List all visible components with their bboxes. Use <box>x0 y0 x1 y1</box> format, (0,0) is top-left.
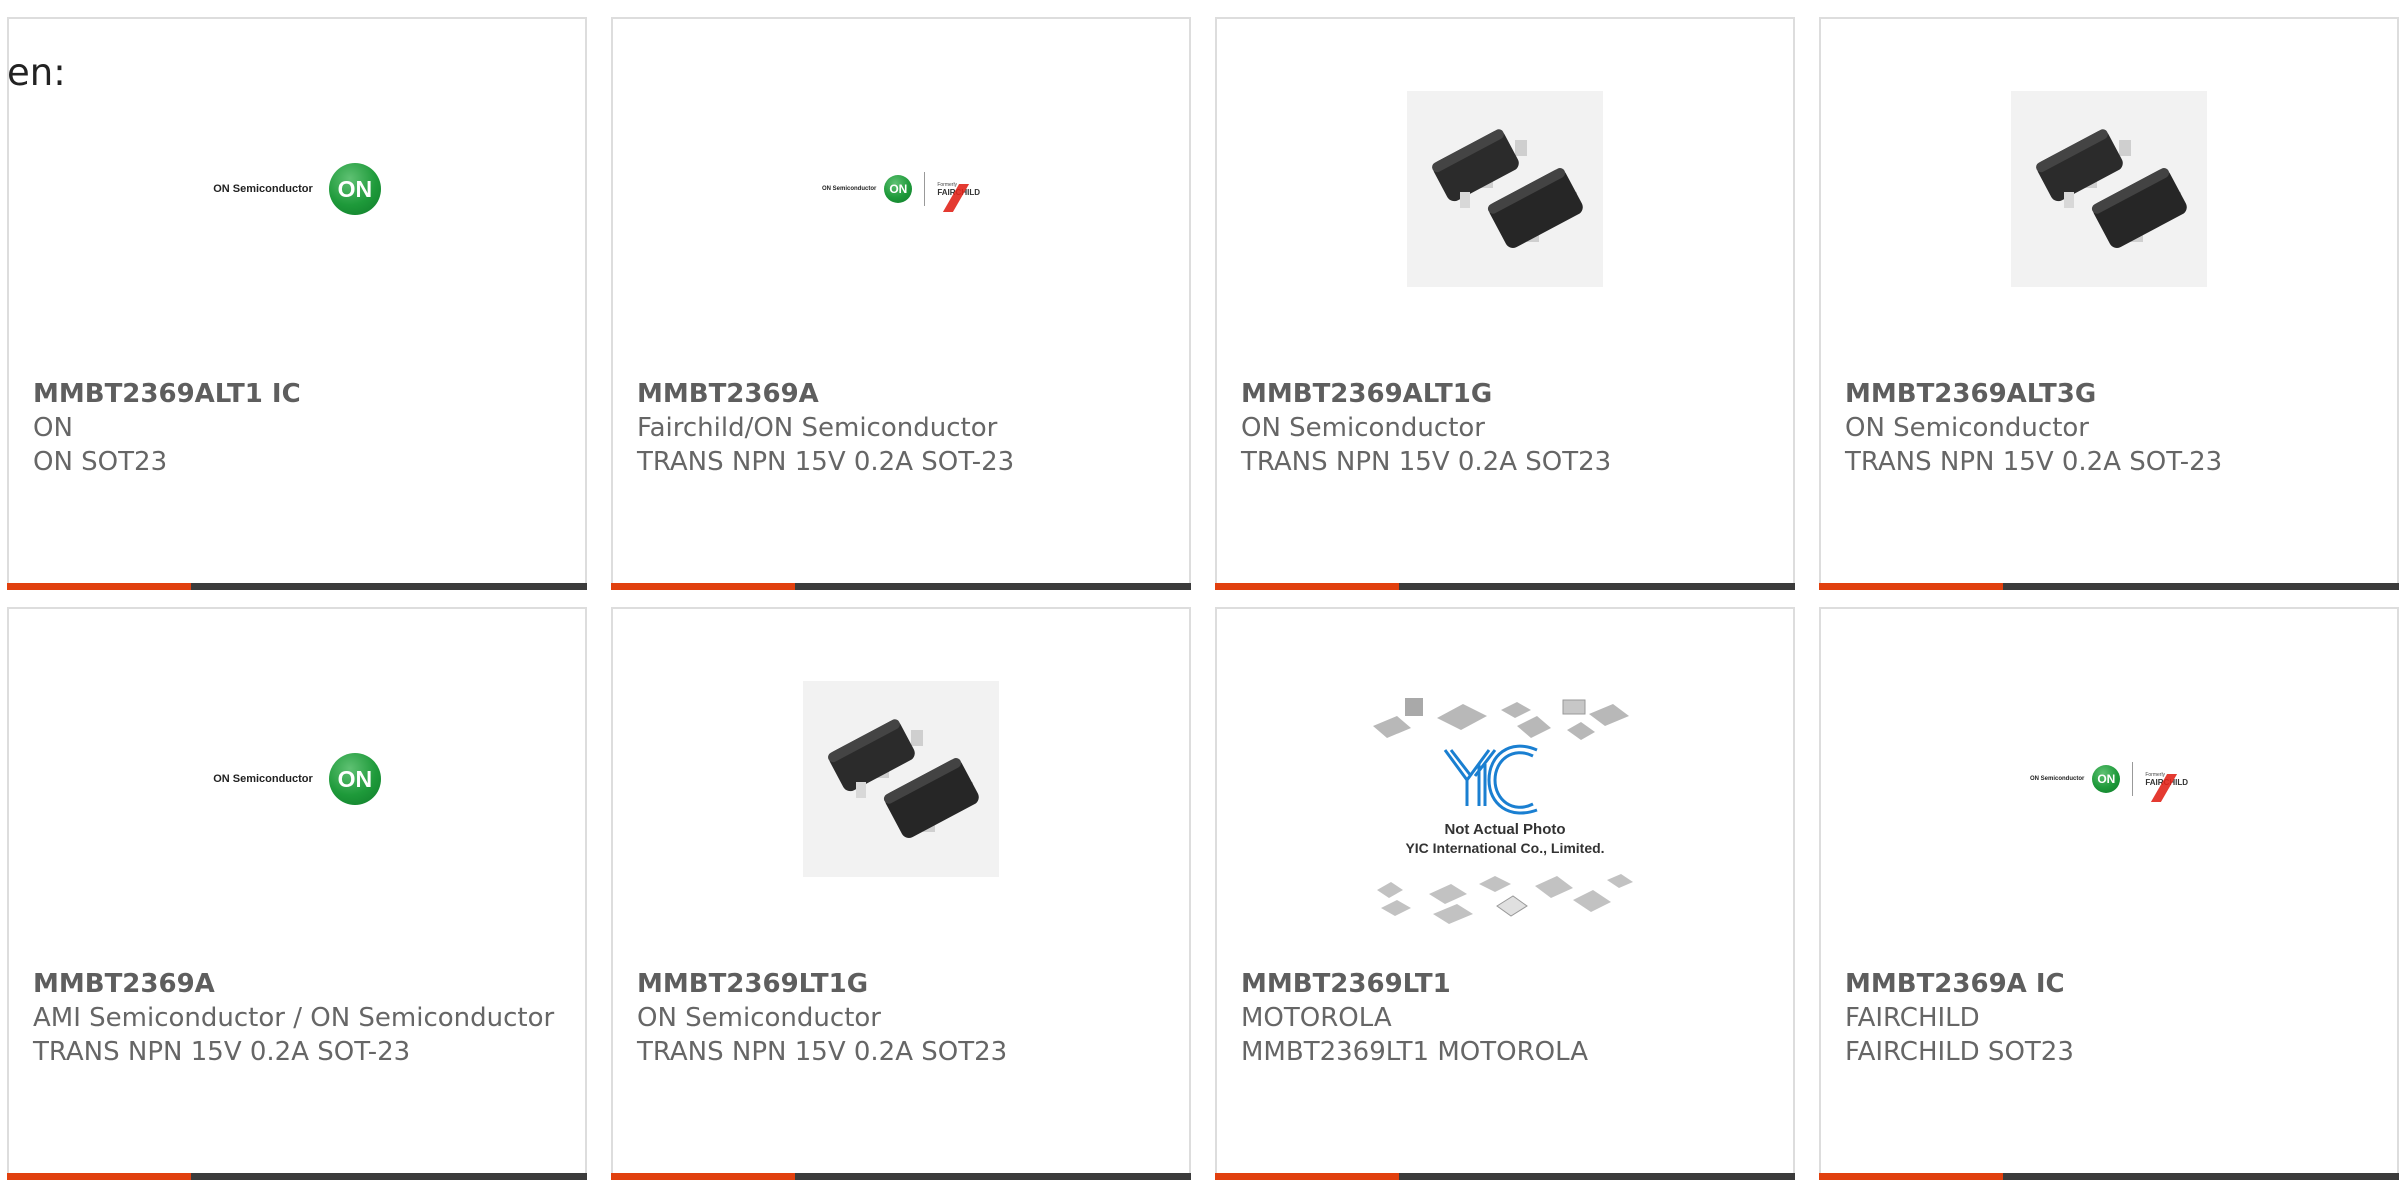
placeholder-line1: Not Actual Photo <box>1444 821 1565 838</box>
product-card-3[interactable]: MMBT2369ALT1G ON Semiconductor TRANS NPN… <box>1215 17 1795 590</box>
sot23-icon <box>2036 129 2187 248</box>
description: TRANS NPN 15V 0.2A SOT23 <box>637 1037 1008 1067</box>
product-image: ON Semiconductor ON <box>195 677 399 881</box>
description: MMBT2369LT1 MOTOROLA <box>1241 1037 1588 1067</box>
on-mark: ON <box>2092 765 2121 793</box>
part-number: MMBT2369ALT3G <box>1845 379 2097 409</box>
fairchild-logo: Formerly FAIRCHILD <box>2145 772 2188 802</box>
logo-text: ON Semiconductor <box>213 183 313 195</box>
description: TRANS NPN 15V 0.2A SOT-23 <box>33 1037 411 1067</box>
part-number: MMBT2369A <box>637 379 819 409</box>
card-accent-bar <box>611 1173 1191 1180</box>
card-accent-bar <box>1819 583 2399 590</box>
logo-text: ON Semiconductor <box>821 186 877 192</box>
product-image <box>2007 87 2211 291</box>
on-mark: ON <box>328 753 381 805</box>
product-image: ON Semiconductor ON Formerly FAIRCHILD <box>799 87 1003 291</box>
fairchild-logo: Formerly FAIRCHILD <box>937 182 980 212</box>
product-card-7[interactable]: Not Actual Photo YIC International Co., … <box>1215 607 1795 1180</box>
sot23-package-photo <box>803 681 999 877</box>
manufacturer: Fairchild/ON Semiconductor <box>637 413 998 443</box>
product-image <box>1403 87 1607 291</box>
part-number: MMBT2369LT1 <box>1241 969 1451 999</box>
description: TRANS NPN 15V 0.2A SOT23 <box>1241 447 1612 477</box>
product-image: ON Semiconductor ON Formerly FAIRCHILD <box>2007 677 2211 881</box>
part-number: MMBT2369LT1G <box>637 969 869 999</box>
sot23-icon <box>828 719 979 838</box>
product-card-5[interactable]: ON Semiconductor ON MMBT2369A AMI Semico… <box>7 607 587 1180</box>
manufacturer: AMI Semiconductor / ON Semiconductor <box>33 1003 555 1033</box>
product-card-8[interactable]: ON Semiconductor ON Formerly FAIRCHILD M… <box>1819 607 2399 1180</box>
manufacturer: MOTOROLA <box>1241 1003 1392 1033</box>
on-fairchild-logo: ON Semiconductor ON Formerly FAIRCHILD <box>821 172 980 212</box>
description: ON SOT23 <box>33 447 168 477</box>
card-accent-bar <box>1215 583 1795 590</box>
sot23-icon <box>1432 129 1583 248</box>
on-semiconductor-logo: ON Semiconductor ON <box>213 163 381 215</box>
placeholder-line2: YIC International Co., Limited. <box>1405 840 1604 856</box>
card-accent-bar <box>1215 1173 1795 1180</box>
description: FAIRCHILD SOT23 <box>1845 1037 2074 1067</box>
product-image <box>799 677 1003 881</box>
product-card-1[interactable]: ON Semiconductor ON MMBT2369ALT1 IC ON O… <box>7 17 587 590</box>
sot23-package-photo <box>2011 91 2207 287</box>
logo-text: ON Semiconductor <box>213 773 313 785</box>
description: TRANS NPN 15V 0.2A SOT-23 <box>1845 447 2223 477</box>
card-accent-bar <box>7 1173 587 1180</box>
manufacturer: ON <box>33 413 73 443</box>
description: TRANS NPN 15V 0.2A SOT-23 <box>637 447 1015 477</box>
on-fairchild-logo: ON Semiconductor ON Formerly FAIRCHILD <box>2029 762 2188 802</box>
manufacturer: FAIRCHILD <box>1845 1003 1980 1033</box>
on-mark: ON <box>328 163 381 215</box>
manufacturer: ON Semiconductor <box>1241 413 1485 443</box>
product-image: ON Semiconductor ON <box>195 87 399 291</box>
product-card-2[interactable]: ON Semiconductor ON Formerly FAIRCHILD M… <box>611 17 1191 590</box>
on-semiconductor-logo: ON Semiconductor ON <box>213 753 381 805</box>
part-number: MMBT2369A IC <box>1845 969 2065 999</box>
card-accent-bar <box>1819 1173 2399 1180</box>
sot23-package-photo <box>1407 91 1603 287</box>
manufacturer: ON Semiconductor <box>637 1003 881 1033</box>
logo-text: ON Semiconductor <box>2029 776 2085 782</box>
manufacturer: ON Semiconductor <box>1845 413 2089 443</box>
product-card-4[interactable]: MMBT2369ALT3G ON Semiconductor TRANS NPN… <box>1819 17 2399 590</box>
part-number: MMBT2369ALT1G <box>1241 379 1493 409</box>
logo-divider <box>2132 762 2134 796</box>
yic-placeholder-image: Not Actual Photo YIC International Co., … <box>1373 698 1633 924</box>
card-accent-bar <box>7 583 587 590</box>
part-number: MMBT2369ALT1 IC <box>33 379 301 409</box>
card-accent-bar <box>611 583 1191 590</box>
on-mark: ON <box>884 175 913 203</box>
product-card-6[interactable]: MMBT2369LT1G ON Semiconductor TRANS NPN … <box>611 607 1191 1180</box>
logo-divider <box>924 172 926 206</box>
part-number: MMBT2369A <box>33 969 215 999</box>
product-image: Not Actual Photo YIC International Co., … <box>1367 694 1643 944</box>
language-label: en: <box>7 51 66 94</box>
